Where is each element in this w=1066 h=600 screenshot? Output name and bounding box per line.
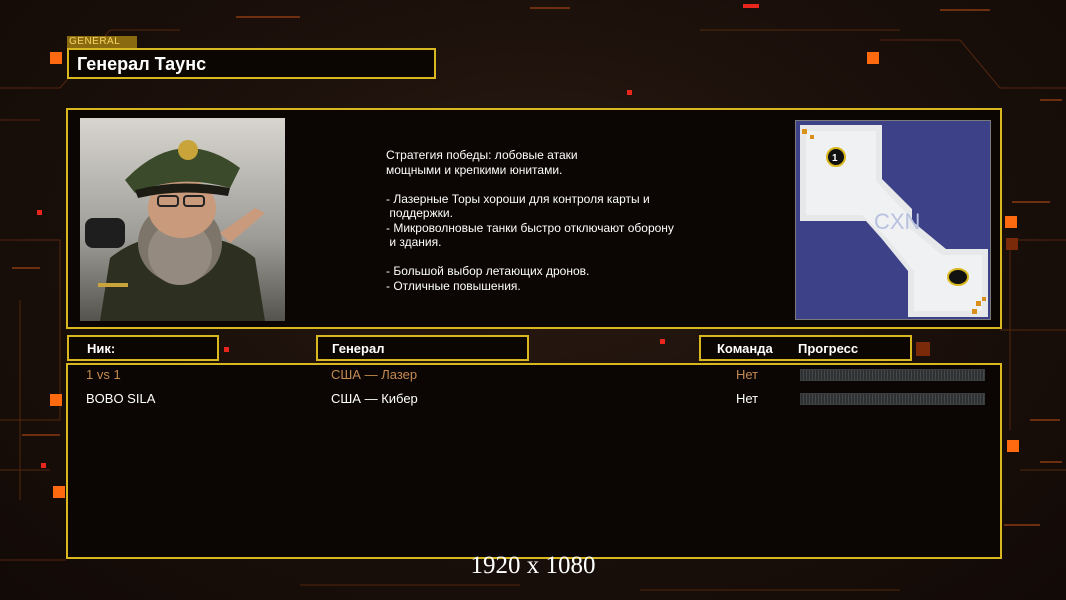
decor-square (37, 210, 42, 215)
general-tag: GENERAL (67, 36, 137, 48)
player-progress-bar (800, 369, 985, 381)
description-line: мощными и крепкими юнитами. (386, 162, 563, 177)
decor-square (224, 347, 229, 352)
decor-square (53, 486, 65, 498)
player-nick: BOBO SILA (86, 391, 156, 406)
map-logo: CXN (874, 209, 920, 234)
column-nick-label: Ник: (87, 341, 116, 356)
description-line: Стратегия победы: лобовые атаки (386, 148, 578, 162)
decor-square (41, 463, 46, 468)
player-row[interactable]: BOBO SILA США — Кибер Нет (68, 389, 1000, 409)
description-line: - Лазерные Торы хороши для контроля карт… (386, 191, 650, 206)
column-header-general: Генерал (316, 335, 529, 361)
decor-square (660, 339, 665, 344)
map-preview: CXN 1 (795, 120, 991, 320)
description-line: - Микроволновые танки быстро отключают о… (386, 220, 674, 235)
decor-square (743, 4, 759, 8)
start-position-1-label: 1 (832, 153, 838, 164)
player-team: Нет (736, 391, 759, 406)
description-line: поддержки. (386, 206, 453, 220)
column-team-label: Команда (717, 341, 773, 356)
general-description: Стратегия победы: лобовые атаки мощными … (386, 148, 726, 293)
decor-square (916, 342, 930, 356)
description-line: - Отличные повышения. (386, 278, 521, 293)
player-row[interactable]: 1 vs 1 США — Лазер Нет (68, 365, 1000, 385)
column-header-team-progress: Команда Прогресс (699, 335, 912, 361)
decor-square (1006, 238, 1018, 250)
decor-square (50, 52, 62, 64)
start-position-2 (947, 268, 969, 286)
player-progress-bar (800, 393, 985, 405)
general-portrait (80, 118, 285, 321)
decor-square (867, 52, 879, 64)
description-line (386, 177, 726, 192)
resolution-label: 1920 x 1080 (470, 552, 596, 579)
players-list: 1 vs 1 США — Лазер Нет BOBO SILA США — К… (66, 363, 1002, 559)
description-line: и здания. (386, 235, 442, 249)
map-preview-image: CXN 1 (796, 121, 990, 319)
player-team: Нет (736, 367, 759, 382)
column-general-label: Генерал (332, 341, 385, 356)
decor-square (50, 394, 62, 406)
general-title-box: Генерал Таунс (67, 48, 436, 79)
decor-square (1005, 216, 1017, 228)
column-header-nick: Ник: (67, 335, 219, 361)
general-portrait-image (80, 118, 285, 321)
decor-square (627, 90, 632, 95)
player-general: США — Лазер (331, 367, 418, 382)
player-general: США — Кибер (331, 391, 418, 406)
general-info-panel: Стратегия победы: лобовые атаки мощными … (66, 108, 1002, 329)
description-line: - Большой выбор летающих дронов. (386, 264, 590, 278)
column-progress-label: Прогресс (798, 341, 859, 356)
general-name: Генерал Таунс (77, 54, 207, 74)
decor-square (1007, 440, 1019, 452)
player-nick: 1 vs 1 (86, 367, 121, 382)
description-line (386, 250, 726, 265)
